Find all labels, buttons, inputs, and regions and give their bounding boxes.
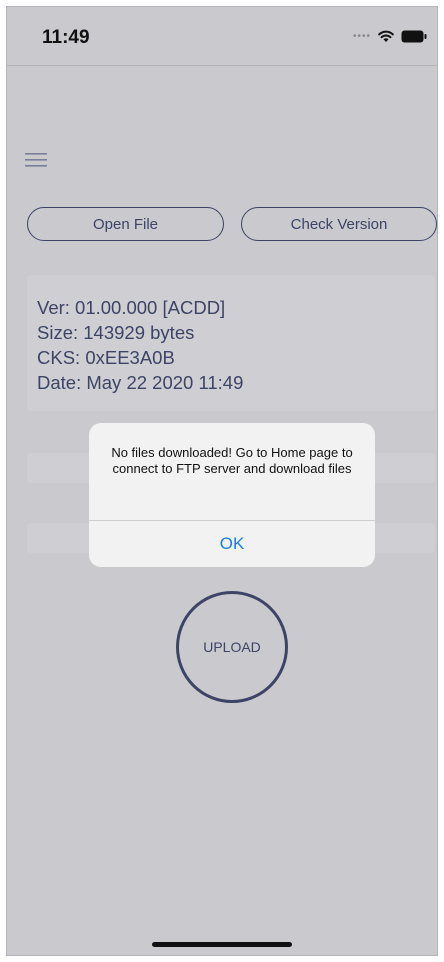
version-text: Ver: 01.00.000 [ACDD] xyxy=(37,297,226,318)
size-text: Size: 143929 bytes xyxy=(37,322,195,343)
status-bar: 11:49 •••• xyxy=(7,7,437,66)
battery-icon xyxy=(401,30,427,42)
status-icons: •••• xyxy=(353,29,427,43)
alert-message: No files downloaded! Go to Home page to … xyxy=(111,445,353,476)
cellular-signal-icon: •••• xyxy=(352,30,371,42)
alert-dialog: No files downloaded! Go to Home page to … xyxy=(89,423,375,567)
app-screen: 11:49 •••• Open File Check Version Ver: … xyxy=(6,6,438,956)
check-version-button[interactable]: Check Version xyxy=(241,207,437,241)
wifi-icon xyxy=(378,30,394,42)
firmware-info-card: Ver: 01.00.000 [ACDD] Size: 143929 bytes… xyxy=(27,275,435,411)
date-text: Date: May 22 2020 11:49 xyxy=(37,372,244,393)
home-indicator[interactable] xyxy=(152,942,292,947)
alert-ok-button[interactable]: OK xyxy=(89,521,375,567)
status-time: 11:49 xyxy=(42,27,90,48)
open-file-button[interactable]: Open File xyxy=(27,207,224,241)
upload-button[interactable]: UPLOAD xyxy=(176,591,288,703)
checksum-text: CKS: 0xEE3A0B xyxy=(37,347,175,368)
hamburger-menu-icon[interactable] xyxy=(25,153,47,167)
